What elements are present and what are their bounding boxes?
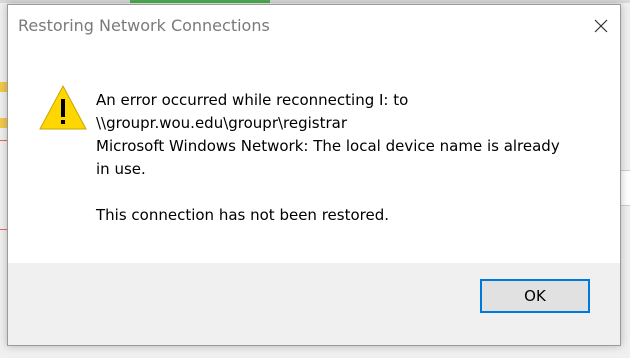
- background-progress-strip: [130, 0, 270, 3]
- dialog-footer: OK: [8, 263, 620, 345]
- message-line: Microsoft Windows Network: The local dev…: [96, 137, 560, 155]
- close-button[interactable]: [588, 13, 614, 39]
- message-line: \\groupr.wou.edu\groupr\registrar: [96, 114, 348, 132]
- warning-icon: [39, 84, 87, 130]
- close-icon: [594, 19, 608, 33]
- status-message: This connection has not been restored.: [96, 206, 389, 224]
- restoring-network-connections-dialog: Restoring Network Connections An error o…: [7, 4, 621, 346]
- dialog-titlebar[interactable]: Restoring Network Connections: [8, 5, 620, 45]
- background-toolbar-strip: [0, 0, 630, 3]
- dialog-content: An error occurred while reconnecting I: …: [8, 45, 620, 263]
- dialog-title: Restoring Network Connections: [18, 16, 270, 35]
- ok-button[interactable]: OK: [480, 279, 590, 313]
- background-right-edge: [620, 170, 630, 206]
- message-line: in use.: [96, 160, 146, 178]
- error-message: An error occurred while reconnecting I: …: [96, 89, 596, 227]
- message-line: An error occurred while reconnecting I: …: [96, 91, 409, 109]
